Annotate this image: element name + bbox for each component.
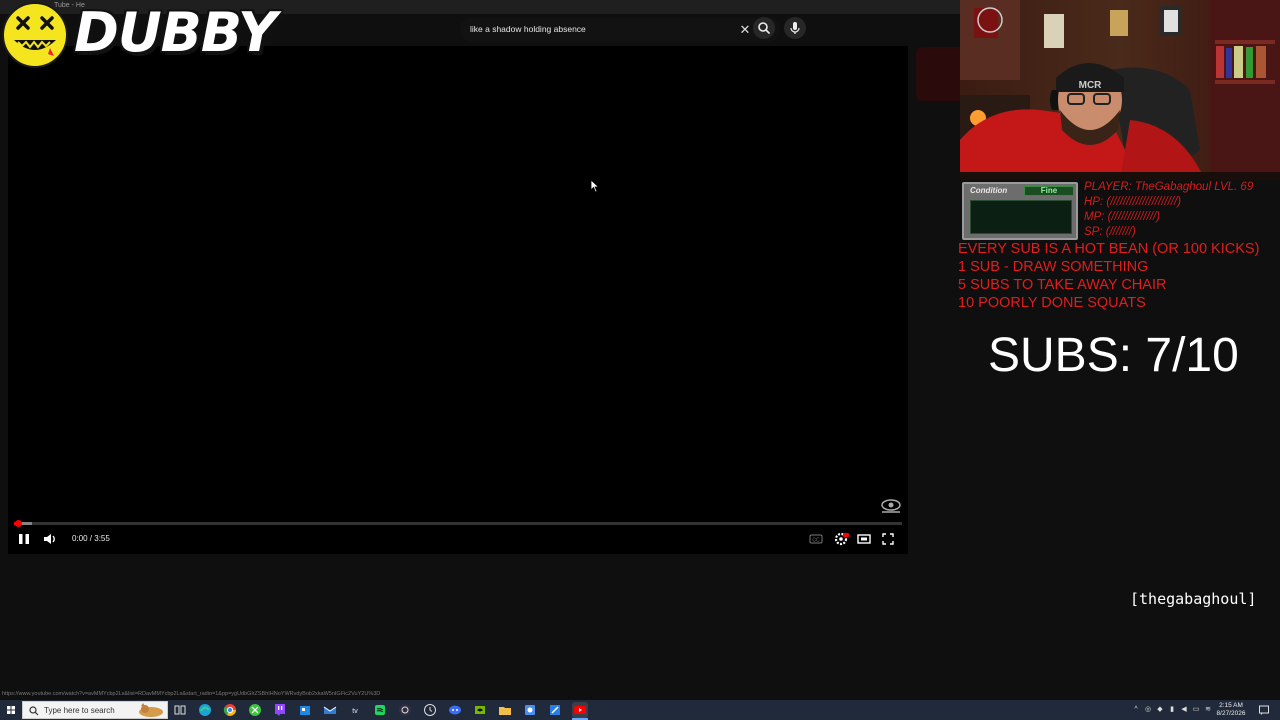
search-highlight-icon bbox=[139, 703, 163, 717]
svg-text:MCR: MCR bbox=[1079, 80, 1103, 91]
search-icon[interactable] bbox=[753, 17, 775, 39]
taskbar: Type here to search tv ^ ◎ ◆ ▮ ◀ ▭ ≋ 2:1… bbox=[0, 700, 1280, 720]
close-icon[interactable]: ✕ bbox=[736, 21, 754, 39]
video-player[interactable]: 0:00 / 3:55 CC bbox=[8, 46, 908, 554]
theater-mode-icon[interactable] bbox=[856, 530, 872, 548]
progress-bar[interactable] bbox=[14, 520, 902, 527]
clock-icon[interactable] bbox=[422, 702, 438, 718]
annotation-icon[interactable] bbox=[880, 498, 902, 514]
pause-icon[interactable] bbox=[16, 530, 32, 548]
file-explorer-icon[interactable] bbox=[497, 702, 513, 718]
hp-stat: HP: (/////////////////////) bbox=[1084, 195, 1181, 210]
chevron-up-icon[interactable]: ^ bbox=[1132, 705, 1140, 714]
smiley-face-icon bbox=[2, 2, 68, 68]
time-total: 3:55 bbox=[94, 534, 110, 543]
shield-icon[interactable]: ◆ bbox=[1156, 705, 1164, 714]
chrome-icon[interactable] bbox=[222, 702, 238, 718]
dubby-logo: DUBBY bbox=[0, 0, 280, 70]
condition-label: Condition bbox=[970, 186, 1008, 195]
mail-icon[interactable] bbox=[322, 702, 338, 718]
windows-start-icon[interactable] bbox=[0, 700, 22, 720]
progress-scrubber[interactable] bbox=[15, 520, 23, 527]
stat-bar: (///////) bbox=[1105, 226, 1136, 238]
taskbar-date[interactable]: 8/27/2026 bbox=[1210, 710, 1252, 718]
search-input[interactable]: like a shadow holding absence bbox=[470, 24, 586, 34]
sp-stat: SP: (///////) bbox=[1084, 225, 1136, 240]
mp-stat: MP: (//////////////) bbox=[1084, 210, 1160, 225]
speaker-icon[interactable]: ◀ bbox=[1180, 705, 1188, 714]
sub-goal-line: 5 SUBS TO TAKE AWAY CHAIR bbox=[958, 277, 1167, 293]
stream-hud: Condition Fine PLAYER: TheGabaghoul LVL.… bbox=[958, 180, 1280, 312]
store-icon[interactable] bbox=[297, 702, 313, 718]
paint-icon[interactable] bbox=[547, 702, 563, 718]
webcam-image: MCR bbox=[960, 0, 1280, 180]
taskbar-time[interactable]: 2:15 AM bbox=[1210, 702, 1252, 710]
svg-text:tv: tv bbox=[352, 708, 358, 715]
photos-icon[interactable] bbox=[522, 702, 538, 718]
captions-icon[interactable]: CC bbox=[808, 530, 824, 548]
twitch-icon[interactable] bbox=[272, 702, 288, 718]
time-display: 0:00 / 3:55 bbox=[72, 534, 110, 543]
screen: Tube - He like a shadow holding absence … bbox=[0, 0, 1280, 720]
condition-panel: Condition Fine bbox=[962, 182, 1078, 240]
stat-label: MP: bbox=[1084, 211, 1105, 223]
discord-icon[interactable] bbox=[447, 702, 463, 718]
channel-tag: [thegabaghoul] bbox=[1130, 590, 1257, 608]
notification-icon[interactable] bbox=[1258, 704, 1270, 716]
stat-bar: (//////////////) bbox=[1107, 211, 1161, 223]
stat-bar: (/////////////////////) bbox=[1106, 196, 1182, 208]
settings-icon[interactable] bbox=[832, 530, 850, 548]
sub-goal-line: 10 POORLY DONE SQUATS bbox=[958, 295, 1146, 311]
spotify-icon[interactable] bbox=[372, 702, 388, 718]
condition-status: Fine bbox=[1024, 186, 1074, 196]
time-current: 0:00 bbox=[72, 534, 88, 543]
subscribe-button[interactable] bbox=[916, 47, 960, 101]
subs-counter: SUBS: 7/10 bbox=[988, 329, 1239, 382]
player-level-text: PLAYER: TheGabaghoul LVL. 69 bbox=[1084, 181, 1254, 193]
stat-label: SP: bbox=[1084, 226, 1103, 238]
status-bar-url: https://www.youtube.com/watch?v=avMMYcbp… bbox=[2, 691, 381, 697]
logo-text: DUBBY bbox=[74, 1, 277, 64]
usb-icon[interactable]: ▮ bbox=[1168, 705, 1176, 714]
svg-text:CC: CC bbox=[812, 538, 820, 544]
display-icon[interactable]: ▭ bbox=[1192, 705, 1200, 714]
ecg-monitor bbox=[970, 200, 1072, 234]
webcam-feed: MCR bbox=[960, 0, 1280, 180]
nvidia-icon[interactable] bbox=[472, 702, 488, 718]
obs-icon[interactable] bbox=[397, 702, 413, 718]
task-view-icon[interactable] bbox=[172, 702, 188, 718]
search-box[interactable]: like a shadow holding absence ✕ bbox=[460, 18, 780, 42]
edge-browser-icon[interactable] bbox=[197, 702, 213, 718]
network-icon[interactable]: ◎ bbox=[1144, 705, 1152, 714]
taskbar-search-box[interactable]: Type here to search bbox=[22, 701, 168, 719]
apple-tv-icon[interactable]: tv bbox=[347, 702, 363, 718]
youtube-app-icon[interactable] bbox=[572, 702, 588, 718]
sub-goal-line: 1 SUB - DRAW SOMETHING bbox=[958, 259, 1149, 275]
stat-label: HP: bbox=[1084, 196, 1104, 208]
volume-icon[interactable] bbox=[41, 530, 59, 548]
microphone-icon[interactable] bbox=[784, 17, 806, 39]
fullscreen-icon[interactable] bbox=[880, 530, 896, 548]
mouse-cursor-icon bbox=[590, 179, 600, 193]
sub-goal-line: EVERY SUB IS A HOT BEAN (OR 100 KICKS) bbox=[958, 241, 1260, 257]
search-icon bbox=[29, 706, 39, 716]
taskbar-search-input[interactable]: Type here to search bbox=[44, 706, 115, 715]
xbox-icon[interactable] bbox=[247, 702, 263, 718]
